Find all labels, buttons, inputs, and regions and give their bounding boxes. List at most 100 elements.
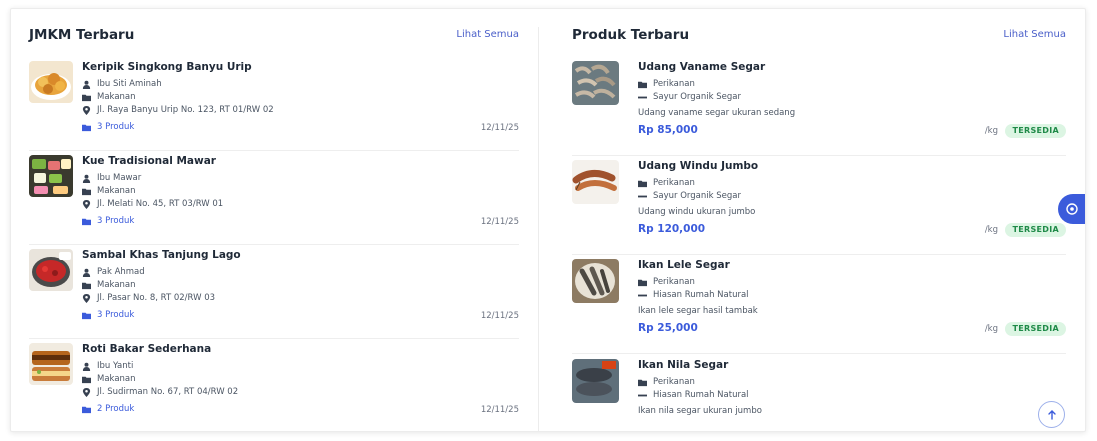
product-price: Rp 25,000 [638,322,698,334]
product-category: Perikanan [638,79,695,89]
store-text: Sayur Organik Segar [653,92,741,102]
folder-icon [638,278,647,287]
status-badge: TERSEDIA [1005,124,1066,138]
jmkm-products-link[interactable]: 2 Produk [82,404,134,414]
tiger-prawn-photo-icon [572,160,619,204]
jmkm-name[interactable]: Kue Tradisional Mawar [82,155,216,167]
product-row[interactable]: Ikan Lele Segar Perikanan Hiasan Rumah N… [572,259,1066,354]
jmkm-section: JMKM Terbaru Lihat Semua Keripik Singkon… [29,9,519,431]
product-name[interactable]: Ikan Lele Segar [638,259,730,271]
side-action-button[interactable] [1058,194,1085,224]
jmkm-category: Makanan [82,280,136,290]
folder-icon [82,375,91,384]
product-category: Perikanan [638,178,695,188]
jmkm-address: Jl. Sudirman No. 67, RT 04/RW 02 [82,387,238,397]
shrimp-photo-icon [572,61,619,105]
jmkm-name[interactable]: Roti Bakar Sederhana [82,343,211,355]
jmkm-owner: Pak Ahmad [82,267,145,277]
jmkm-see-all-link[interactable]: Lihat Semua [456,29,519,40]
product-row[interactable]: Ikan Nila Segar Perikanan Hiasan Rumah N… [572,359,1066,431]
folder-icon [638,80,647,89]
store-text: Hiasan Rumah Natural [653,390,749,400]
jmkm-products-link[interactable]: 3 Produk [82,216,134,226]
product-description: Ikan nila segar ukuran jumbo [638,406,762,416]
products-count[interactable]: 3 Produk [97,122,134,132]
sambal-photo-icon [29,249,73,291]
category-text: Perikanan [653,377,695,387]
category-text: Perikanan [653,178,695,188]
product-category: Perikanan [638,377,695,387]
product-description: Ikan lele segar hasil tambak [638,306,758,316]
jmkm-owner: Ibu Siti Aminah [82,79,162,89]
category-text: Makanan [97,186,136,196]
folder-icon [82,405,91,414]
product-price: Rp 85,000 [638,124,698,136]
product-store: Sayur Organik Segar [638,92,741,102]
address-text: Jl. Pasar No. 8, RT 02/RW 03 [97,293,216,303]
product-row[interactable]: Udang Vaname Segar Perikanan Sayur Organ… [572,61,1066,156]
jmkm-date: 12/11/25 [480,405,519,415]
jmkm-address: Jl. Melati No. 45, RT 03/RW 01 [82,199,223,209]
owner-text: Pak Ahmad [97,267,145,277]
folder-icon [82,187,91,196]
jmkm-products-link[interactable]: 3 Produk [82,310,134,320]
produk-title: Produk Terbaru [572,27,690,43]
owner-text: Ibu Siti Aminah [97,79,162,89]
folder-icon [82,217,91,226]
category-text: Makanan [97,280,136,290]
jmkm-products-link[interactable]: 3 Produk [82,122,134,132]
jmkm-category: Makanan [82,374,136,384]
column-divider [538,27,539,431]
category-text: Makanan [97,374,136,384]
owner-text: Ibu Mawar [97,173,142,183]
eye-icon [1066,200,1078,219]
store-text: Sayur Organik Segar [653,191,741,201]
catfish-photo-icon [572,259,619,303]
product-description: Udang vaname segar ukuran sedang [638,108,796,118]
product-store: Hiasan Rumah Natural [638,290,749,300]
arrow-up-icon [1047,405,1057,424]
store-icon [638,93,647,102]
product-store: Sayur Organik Segar [638,191,741,201]
folder-icon [82,93,91,102]
jmkm-row[interactable]: Roti Bakar Sederhana Ibu Yanti Makanan J… [29,343,519,431]
toast-photo-icon [29,343,73,385]
products-count[interactable]: 3 Produk [97,310,134,320]
store-icon [638,391,647,400]
address-text: Jl. Raya Banyu Urip No. 123, RT 01/RW 02 [97,105,274,115]
scroll-to-top-button[interactable] [1038,401,1065,428]
status-badge: TERSEDIA [1005,322,1066,336]
store-icon [638,291,647,300]
products-count[interactable]: 3 Produk [97,216,134,226]
folder-icon [638,378,647,387]
category-text: Perikanan [653,79,695,89]
product-row[interactable]: Udang Windu Jumbo Perikanan Sayur Organi… [572,160,1066,255]
folder-icon [82,281,91,290]
chips-photo-icon [29,61,73,103]
store-icon [638,192,647,201]
produk-see-all-link[interactable]: Lihat Semua [1003,29,1066,40]
jmkm-address: Jl. Pasar No. 8, RT 02/RW 03 [82,293,215,303]
product-name[interactable]: Udang Windu Jumbo [638,160,758,172]
produk-header: Produk Terbaru Lihat Semua [572,27,1066,47]
location-pin-icon [82,199,91,209]
jmkm-title: JMKM Terbaru [29,27,135,43]
user-icon [82,268,91,277]
jmkm-row[interactable]: Kue Tradisional Mawar Ibu Mawar Makanan … [29,155,519,245]
product-name[interactable]: Ikan Nila Segar [638,359,728,371]
jmkm-category: Makanan [82,92,136,102]
user-icon [82,174,91,183]
dashboard-panel: JMKM Terbaru Lihat Semua Keripik Singkon… [10,8,1086,432]
jmkm-date: 12/11/25 [480,311,519,321]
cakes-photo-icon [29,155,73,197]
location-pin-icon [82,387,91,397]
jmkm-name[interactable]: Keripik Singkong Banyu Urip [82,61,252,73]
product-name[interactable]: Udang Vaname Segar [638,61,765,73]
jmkm-row[interactable]: Keripik Singkong Banyu Urip Ibu Siti Ami… [29,61,519,151]
jmkm-row[interactable]: Sambal Khas Tanjung Lago Pak Ahmad Makan… [29,249,519,339]
jmkm-name[interactable]: Sambal Khas Tanjung Lago [82,249,241,261]
product-store: Hiasan Rumah Natural [638,390,749,400]
products-count[interactable]: 2 Produk [97,404,134,414]
jmkm-date: 12/11/25 [480,217,519,227]
location-pin-icon [82,293,91,303]
